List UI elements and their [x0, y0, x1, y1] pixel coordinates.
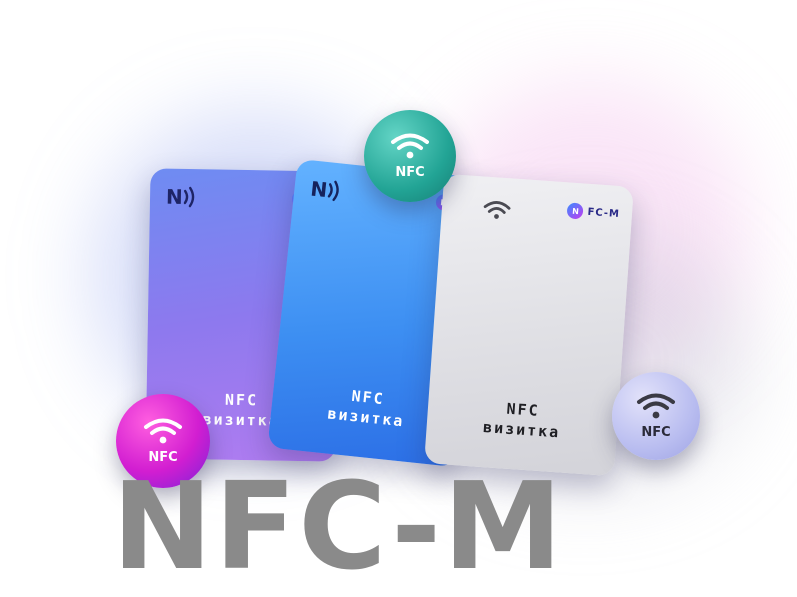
nfc-badge-lilac: NFC [612, 372, 700, 460]
nfc-n-icon: N [309, 176, 348, 208]
card-logo: N FC-M [567, 202, 621, 222]
wifi-icon [143, 417, 183, 449]
nfc-badge-teal: NFC [364, 110, 456, 202]
card-caption: NFC визитка [426, 393, 618, 446]
brand-wordmark: NFC-M [112, 458, 565, 597]
wifi-icon [481, 198, 513, 226]
svg-text:N: N [309, 176, 328, 202]
badge-label: NFC [395, 165, 425, 180]
svg-text:N: N [166, 185, 183, 209]
logo-text: FC-M [587, 206, 621, 220]
wifi-icon [636, 392, 676, 424]
nfc-card-grey: N FC-M NFC визитка [424, 173, 634, 477]
wifi-icon [390, 132, 430, 164]
logo-circle: N [567, 202, 585, 220]
badge-label: NFC [641, 425, 671, 440]
nfc-n-icon: N [166, 185, 202, 214]
